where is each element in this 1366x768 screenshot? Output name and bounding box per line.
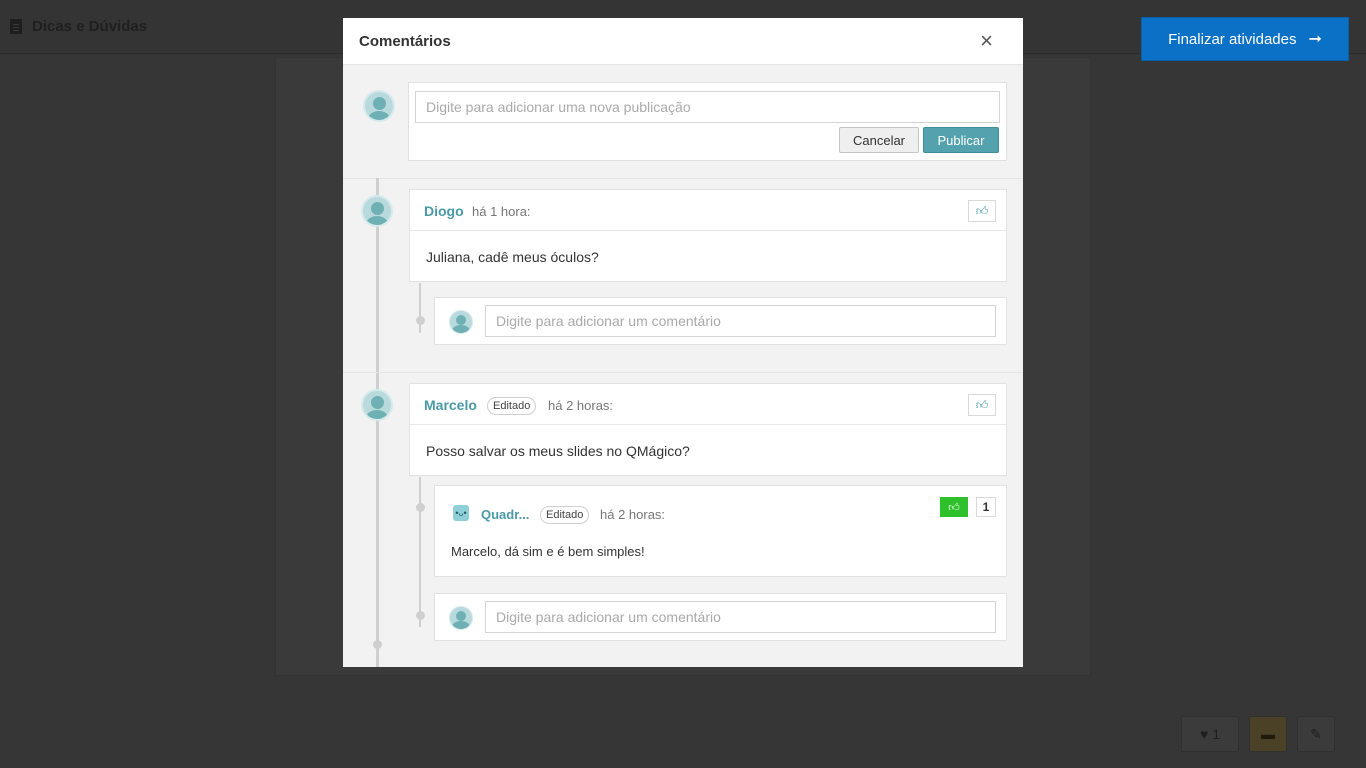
new-post-box: Cancelar Publicar	[408, 82, 1007, 161]
comment-box	[434, 593, 1007, 641]
page-title-group: Dicas e Dúvidas	[10, 18, 147, 35]
like-button[interactable]: 👍︎	[968, 200, 996, 222]
modal-header: Comentários ×	[343, 18, 1023, 65]
post-card: Diogo há 1 hora: 👍︎ Juliana, cadê meus ó…	[409, 189, 1007, 282]
post-card: Marcelo Editado há 2 horas: 👍︎ Posso sal…	[409, 383, 1007, 476]
reply-dot	[416, 503, 425, 512]
edited-badge: Editado	[540, 506, 590, 524]
edited-badge: Editado	[487, 397, 537, 415]
divider	[343, 372, 1023, 373]
modal-title: Comentários	[359, 32, 451, 50]
document-icon	[10, 19, 22, 34]
reply-author[interactable]: Quadr...	[481, 507, 529, 522]
like-count: 1	[1212, 726, 1221, 742]
bottom-actions: ♥ 1 ▬ ✎	[1181, 716, 1335, 752]
cancel-button[interactable]: Cancelar	[839, 127, 919, 153]
post-header: Diogo há 1 hora: 👍︎	[410, 190, 1006, 231]
reply-time: há 2 horas:	[600, 507, 666, 522]
arrow-right-icon: ➞	[1308, 31, 1322, 48]
thumbs-up-icon: 👍︎	[975, 397, 989, 412]
publish-button[interactable]: Publicar	[923, 127, 999, 153]
thread-dot	[373, 640, 382, 649]
current-user-avatar-small	[449, 310, 473, 334]
comment-input[interactable]	[485, 305, 996, 337]
like-count-button[interactable]: ♥ 1	[1181, 716, 1239, 752]
like-button[interactable]: 👍︎	[968, 394, 996, 416]
finish-activities-button[interactable]: Finalizar atividades ➞	[1141, 17, 1349, 61]
reply-card: •ᴗ• Quadr... Editado há 2 horas: 👍︎ 1 Ma…	[434, 485, 1007, 577]
new-post-input[interactable]	[415, 91, 1000, 123]
page-title: Dicas e Dúvidas	[32, 18, 148, 35]
bot-avatar-icon: •ᴗ•	[453, 505, 469, 521]
divider	[343, 178, 1023, 179]
post-header: Marcelo Editado há 2 horas: 👍︎	[410, 384, 1006, 425]
close-icon[interactable]: ×	[980, 30, 993, 52]
avatar	[361, 195, 393, 227]
finish-activities-label: Finalizar atividades	[1168, 30, 1297, 48]
heart-icon: ♥	[1199, 726, 1209, 742]
comment-input[interactable]	[485, 601, 996, 633]
reply-dot	[416, 316, 425, 325]
edit-note-button[interactable]: ✎	[1297, 716, 1335, 752]
chat-bubble-icon: ▬	[1261, 726, 1275, 742]
reply-dot	[416, 611, 425, 620]
current-user-avatar	[363, 90, 395, 122]
post-author[interactable]: Diogo	[424, 203, 464, 219]
comments-modal: Comentários × Cancelar Publicar Diogo há…	[343, 18, 1023, 667]
post-author[interactable]: Marcelo	[424, 397, 477, 413]
post-time: há 1 hora:	[472, 204, 531, 219]
thumbs-up-icon: 👍︎	[948, 501, 960, 514]
comments-button[interactable]: ▬	[1249, 716, 1287, 752]
liked-button[interactable]: 👍︎	[940, 497, 968, 517]
edit-icon: ✎	[1310, 725, 1322, 742]
reply-thread-line	[419, 283, 421, 333]
current-user-avatar-small	[449, 606, 473, 630]
thumbs-up-icon: 👍︎	[975, 203, 989, 218]
post-time: há 2 horas:	[548, 398, 614, 413]
comment-box	[434, 297, 1007, 345]
avatar	[361, 389, 393, 421]
post-body: Juliana, cadê meus óculos?	[426, 249, 599, 265]
reply-body: Marcelo, dá sim e é bem simples!	[451, 544, 645, 559]
thread-line	[376, 178, 379, 667]
like-count: 1	[976, 497, 996, 517]
reply-thread-line	[419, 477, 421, 627]
post-body: Posso salvar os meus slides no QMágico?	[426, 443, 690, 459]
